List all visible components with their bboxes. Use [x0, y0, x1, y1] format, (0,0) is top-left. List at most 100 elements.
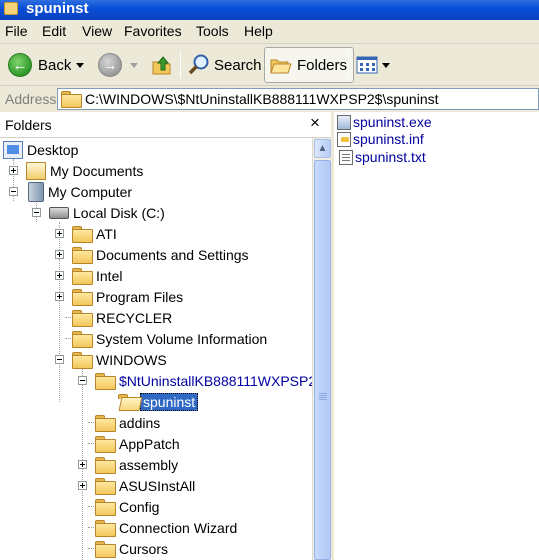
- tree-item-windows[interactable]: WINDOWS: [72, 349, 167, 370]
- tree-item-documents-and-settings[interactable]: Documents and Settings: [72, 244, 249, 265]
- tree-item-spuninst[interactable]: spuninst: [118, 391, 199, 412]
- folder-icon: [4, 2, 18, 15]
- folders-icon: [270, 59, 292, 74]
- tree-item-label: Intel: [96, 267, 123, 284]
- tree-item-label: Config: [119, 498, 160, 515]
- folder-icon: [72, 225, 93, 243]
- collapse-minus-icon[interactable]: [55, 355, 64, 364]
- scroll-up-button[interactable]: ▲: [314, 139, 331, 158]
- exe-file-icon: [337, 114, 351, 130]
- folders-pane-header: Folders ×: [0, 112, 331, 138]
- tree-item-recycler[interactable]: RECYCLER: [72, 307, 172, 328]
- file-item-spuninst-exe[interactable]: spuninst.exe: [337, 113, 432, 131]
- tree-item-connection-wizard[interactable]: Connection Wizard: [95, 517, 237, 538]
- tree-item-label: Desktop: [27, 141, 79, 158]
- expand-plus-icon[interactable]: [78, 481, 87, 490]
- folder-icon: [95, 456, 116, 474]
- folders-button[interactable]: Folders: [264, 47, 355, 83]
- expand-plus-icon[interactable]: [55, 250, 64, 259]
- forward-history-dropdown[interactable]: [130, 47, 138, 83]
- back-button[interactable]: ← Back: [8, 47, 71, 83]
- inf-file-icon: [337, 131, 351, 147]
- tree-item-intel[interactable]: Intel: [72, 265, 122, 286]
- search-icon: [188, 54, 209, 75]
- expand-plus-icon[interactable]: [9, 166, 18, 175]
- up-folder-icon: [152, 56, 171, 75]
- menu-bar: File Edit View Favorites Tools Help: [0, 20, 539, 44]
- tree-item-cursors[interactable]: Cursors: [95, 538, 168, 559]
- toolbar-separator: [348, 52, 349, 78]
- folder-icon: [95, 477, 116, 495]
- address-label: Address: [5, 91, 57, 107]
- open-folder-icon: [118, 393, 138, 410]
- tree-item-label: My Computer: [48, 183, 133, 200]
- file-item-spuninst-inf[interactable]: spuninst.inf: [337, 130, 424, 148]
- back-arrow-icon: ←: [8, 53, 32, 77]
- tree-item-my-computer[interactable]: My Computer: [28, 181, 132, 202]
- scroll-thumb[interactable]: [314, 160, 331, 560]
- address-value: C:\WINDOWS\$NtUninstallKB888111WXPSP2$\s…: [85, 91, 439, 107]
- title-bar[interactable]: spuninst: [0, 0, 539, 20]
- expand-plus-icon[interactable]: [55, 229, 64, 238]
- tree-item-ati[interactable]: ATI: [72, 223, 117, 244]
- tree-line: [59, 222, 60, 402]
- tree-item-asusinstall[interactable]: ASUSInstAll: [95, 475, 195, 496]
- toolbar: ← Back → Search Folders: [0, 44, 539, 86]
- tree-item-label: addins: [119, 414, 161, 431]
- local-disk-icon: [49, 206, 69, 219]
- tree-item-assembly[interactable]: assembly: [95, 454, 178, 475]
- expand-plus-icon[interactable]: [55, 271, 64, 280]
- forward-button[interactable]: →: [98, 47, 122, 83]
- address-input[interactable]: C:\WINDOWS\$NtUninstallKB888111WXPSP2$\s…: [57, 88, 539, 110]
- toolbar-separator: [180, 52, 181, 78]
- menu-file[interactable]: File: [5, 23, 28, 39]
- expand-plus-icon[interactable]: [55, 292, 64, 301]
- file-name: spuninst.txt: [355, 149, 426, 165]
- chevron-down-icon: [382, 62, 390, 68]
- views-button[interactable]: [356, 47, 390, 83]
- tree-item-addins[interactable]: addins: [95, 412, 160, 433]
- tree-item-ntuninstall[interactable]: $NtUninstallKB888111WXPSP2: [95, 370, 312, 391]
- back-history-dropdown[interactable]: [76, 47, 84, 83]
- tree-item-config[interactable]: Config: [95, 496, 159, 517]
- menu-view[interactable]: View: [82, 23, 112, 39]
- file-item-spuninst-txt[interactable]: spuninst.txt: [337, 148, 426, 166]
- tree-item-label: System Volume Information: [96, 330, 268, 347]
- chevron-down-icon: [130, 62, 138, 68]
- tree-item-label: ASUSInstAll: [119, 477, 196, 494]
- up-folder-button[interactable]: [150, 47, 174, 83]
- file-list: spuninst.exe spuninst.inf spuninst.txt: [334, 112, 539, 560]
- tree-item-local-disk[interactable]: Local Disk (C:): [49, 202, 165, 223]
- grip-icon: [319, 393, 327, 401]
- tree-item-label: Local Disk (C:): [73, 204, 165, 221]
- tree-item-apppatch[interactable]: AppPatch: [95, 433, 180, 454]
- menu-tools[interactable]: Tools: [196, 23, 229, 39]
- tree-item-my-documents[interactable]: My Documents: [26, 160, 143, 181]
- tree-item-label: Cursors: [119, 540, 169, 557]
- close-icon[interactable]: ×: [310, 113, 320, 133]
- chevron-down-icon: [76, 62, 84, 68]
- menu-favorites[interactable]: Favorites: [124, 23, 182, 39]
- tree-item-label: My Documents: [50, 162, 144, 179]
- chevron-up-icon: ▲: [317, 143, 328, 154]
- collapse-minus-icon[interactable]: [78, 376, 87, 385]
- tree-item-system-volume-information[interactable]: System Volume Information: [72, 328, 267, 349]
- tree-item-label: Connection Wizard: [119, 519, 238, 536]
- tree-scrollbar[interactable]: ▲: [312, 138, 331, 560]
- folder-icon: [72, 330, 93, 348]
- folder-icon: [95, 540, 116, 558]
- menu-help[interactable]: Help: [244, 23, 273, 39]
- address-bar: Address C:\WINDOWS\$NtUninstallKB888111W…: [0, 86, 539, 112]
- tree-item-program-files[interactable]: Program Files: [72, 286, 183, 307]
- tree-item-label: ATI: [96, 225, 117, 242]
- collapse-minus-icon[interactable]: [32, 208, 41, 217]
- menu-edit[interactable]: Edit: [42, 23, 66, 39]
- back-label: Back: [38, 56, 72, 74]
- tree-item-desktop[interactable]: Desktop: [3, 139, 78, 160]
- expand-plus-icon[interactable]: [78, 460, 87, 469]
- file-name: spuninst.inf: [353, 131, 424, 147]
- collapse-minus-icon[interactable]: [9, 187, 18, 196]
- search-button[interactable]: Search: [187, 47, 262, 83]
- my-documents-icon: [26, 161, 46, 180]
- tree-item-label: WINDOWS: [96, 351, 167, 368]
